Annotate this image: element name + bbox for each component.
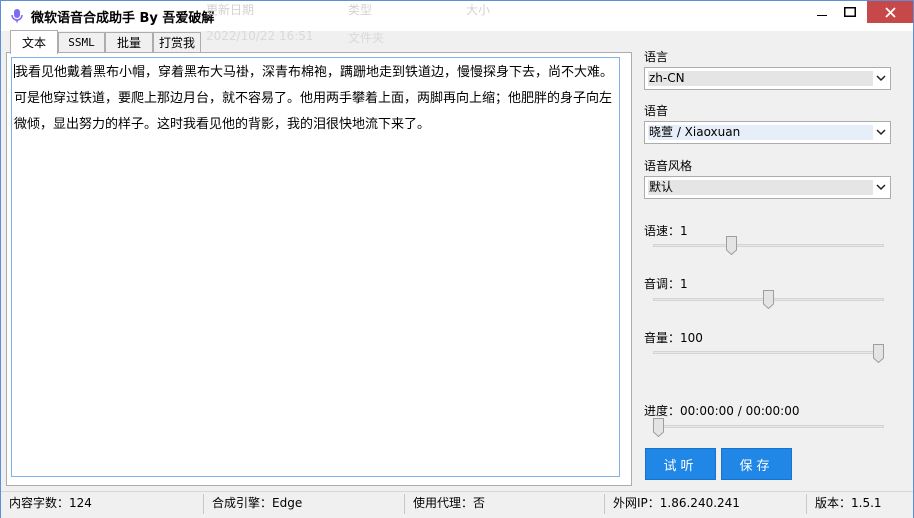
- tab-text[interactable]: 文本: [10, 30, 58, 54]
- chevron-down-icon: [876, 129, 886, 136]
- window-title: 微软语音合成助手 By 吾爱破解: [31, 11, 215, 26]
- progress-slider-track[interactable]: [653, 425, 884, 428]
- progress-slider-thumb[interactable]: [653, 418, 664, 437]
- listen-button[interactable]: 试听: [645, 448, 716, 480]
- voice-select[interactable]: 晓萱 / Xiaoxuan: [644, 121, 891, 144]
- pitch-slider-thumb[interactable]: [763, 290, 774, 309]
- ghost-row-type: 文件夹: [348, 31, 385, 45]
- tab-panel: 我看见他戴着黑布小帽，穿着黑布大马褂，深青布棉袍，蹒跚地走到铁道边，慢慢探身下去…: [6, 52, 632, 486]
- style-select-value: 默认: [648, 180, 873, 195]
- style-label: 语音风格: [644, 159, 693, 173]
- app-window: 微软语音合成助手 By 吾爱破解 更新日期 类型 大小 2022/10/22 1…: [0, 0, 914, 518]
- language-select-value: zh-CN: [648, 71, 873, 86]
- tab-donate[interactable]: 打赏我: [153, 32, 201, 52]
- save-button[interactable]: 保存: [721, 448, 792, 480]
- maximize-icon: [844, 7, 856, 17]
- language-label: 语言: [644, 50, 669, 64]
- text-input-content: 我看见他戴着黑布小帽，穿着黑布大马褂，深青布棉袍，蹒跚地走到铁道边，慢慢探身下去…: [14, 65, 614, 132]
- status-ip: 外网IP：1.86.240.241: [613, 496, 740, 510]
- volume-slider-thumb[interactable]: [873, 344, 884, 363]
- volume-label: 音量：100: [644, 331, 703, 345]
- ghost-column-date: 更新日期: [206, 3, 255, 17]
- voice-label: 语音: [644, 104, 669, 118]
- minimize-button[interactable]: [807, 1, 837, 23]
- tab-ssml[interactable]: SSML: [58, 32, 105, 52]
- text-input[interactable]: 我看见他戴着黑布小帽，穿着黑布大马褂，深青布棉袍，蹒跚地走到铁道边，慢慢探身下去…: [11, 57, 620, 477]
- tab-batch[interactable]: 批量: [105, 32, 153, 52]
- language-select[interactable]: zh-CN: [644, 67, 891, 90]
- status-version: 版本：1.5.1: [815, 496, 882, 510]
- close-button[interactable]: [867, 1, 913, 23]
- chevron-down-icon: [876, 75, 886, 82]
- style-select[interactable]: 默认: [644, 176, 891, 199]
- rate-slider-track[interactable]: [653, 244, 884, 247]
- pitch-label: 音调：1: [644, 277, 688, 291]
- close-icon: [884, 6, 896, 18]
- ghost-row-date: 2022/10/22 16:51: [206, 29, 314, 43]
- ghost-column-type: 类型: [348, 3, 373, 17]
- rate-label: 语速：1: [644, 224, 688, 238]
- maximize-button[interactable]: [835, 1, 865, 23]
- ghost-column-size: 大小: [466, 3, 491, 17]
- status-proxy: 使用代理：否: [413, 496, 486, 510]
- title-bar[interactable]: 微软语音合成助手 By 吾爱破解 更新日期 类型 大小: [1, 1, 913, 31]
- status-engine: 合成引擎：Edge: [212, 496, 303, 510]
- chevron-down-icon: [876, 184, 886, 191]
- status-char-count: 内容字数：124: [9, 496, 92, 510]
- voice-select-value: 晓萱 / Xiaoxuan: [648, 125, 873, 140]
- status-bar: 内容字数：124 合成引擎：Edge 使用代理：否 外网IP：1.86.240.…: [1, 491, 913, 518]
- progress-label: 进度：00:00:00 / 00:00:00: [644, 404, 800, 418]
- microphone-icon: [11, 9, 23, 23]
- volume-slider-track[interactable]: [653, 351, 884, 354]
- minimize-icon: [817, 15, 827, 16]
- rate-slider-thumb[interactable]: [725, 236, 737, 255]
